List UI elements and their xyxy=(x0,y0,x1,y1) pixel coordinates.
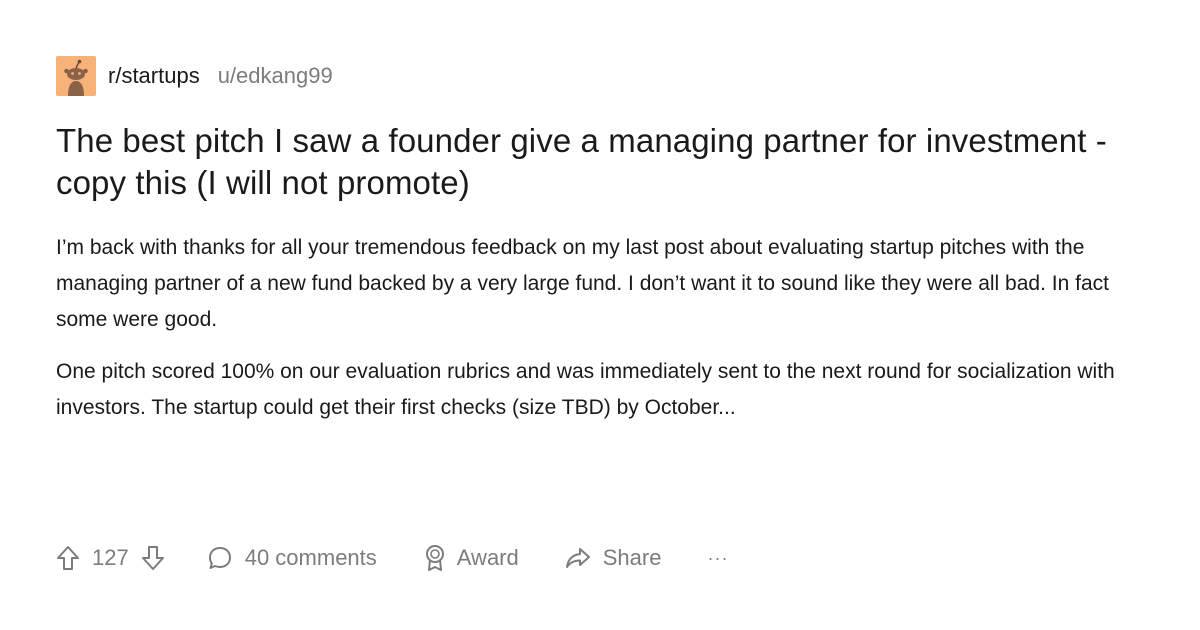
award-label: Award xyxy=(456,545,519,570)
share-arrow-icon xyxy=(565,546,591,570)
comment-bubble-icon xyxy=(207,545,233,571)
arrow-down-icon[interactable] xyxy=(141,545,165,571)
post-body: I’m back with thanks for all your tremen… xyxy=(56,230,1144,426)
comments-label: 40 comments xyxy=(244,545,377,570)
more-options-button[interactable]: ··· xyxy=(707,548,728,569)
post-card[interactable]: r/startups u/edkang99 The best pitch I s… xyxy=(56,56,1144,596)
comments-button[interactable]: 40 comments xyxy=(207,545,377,571)
vote-count: 127 xyxy=(92,545,129,570)
award-button[interactable]: Award xyxy=(423,544,519,572)
share-label: Share xyxy=(602,545,662,570)
vote-group: 127 xyxy=(56,545,165,571)
share-button[interactable]: Share xyxy=(565,545,662,571)
post-paragraph: One pitch scored 100% on our evaluation … xyxy=(56,360,1115,419)
subreddit-link[interactable]: r/startups xyxy=(108,63,200,89)
arrow-up-icon[interactable] xyxy=(56,545,80,571)
award-icon xyxy=(423,544,447,572)
author-link[interactable]: u/edkang99 xyxy=(218,63,333,89)
post-actions: 127 40 comments Award Share ··· xyxy=(56,538,728,578)
post-meta: r/startups u/edkang99 xyxy=(56,56,1144,96)
post-paragraph: I’m back with thanks for all your tremen… xyxy=(56,236,1109,331)
snoo-icon xyxy=(56,56,96,96)
post-title[interactable]: The best pitch I saw a founder give a ma… xyxy=(56,120,1144,204)
subreddit-avatar[interactable] xyxy=(56,56,96,96)
